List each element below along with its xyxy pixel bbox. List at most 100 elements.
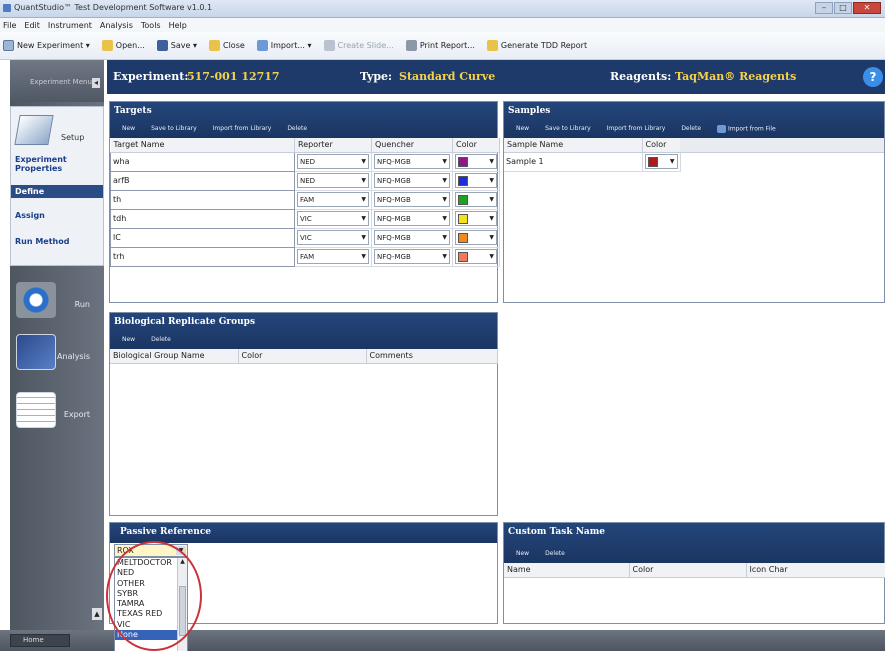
color-select[interactable]: ▼ [455, 249, 497, 264]
col-sample-color[interactable]: Color [642, 138, 681, 153]
nav-assign[interactable]: Assign [15, 211, 45, 220]
color-select[interactable]: ▼ [455, 154, 497, 169]
export-button[interactable]: Export [10, 388, 104, 438]
chevron-down-icon[interactable]: ▼ [361, 215, 368, 222]
new-experiment-button[interactable]: New Experiment ▾ [3, 40, 90, 51]
quencher-cell[interactable]: NFQ-MGB ▼ [371, 247, 453, 267]
color-cell[interactable]: ▼ [452, 247, 500, 267]
maximize-button[interactable]: □ [834, 2, 852, 14]
menu-edit[interactable]: Edit [24, 21, 40, 30]
menu-analysis[interactable]: Analysis [100, 21, 133, 30]
reporter-cell[interactable]: NED ▼ [294, 171, 372, 191]
col-bio-group-name[interactable]: Biological Group Name [110, 349, 239, 364]
reporter-cell[interactable]: VIC ▼ [294, 209, 372, 229]
run-button[interactable]: Run [10, 278, 104, 328]
chevron-down-icon[interactable]: ▼ [442, 253, 449, 260]
chevron-down-icon[interactable]: ▼ [442, 177, 449, 184]
minimize-button[interactable]: – [815, 2, 833, 14]
target-name-cell[interactable]: th [110, 189, 295, 210]
target-name-cell[interactable]: tdh [110, 208, 295, 229]
chevron-down-icon[interactable]: ▼ [442, 196, 449, 203]
quencher-select[interactable]: NFQ-MGB ▼ [374, 230, 450, 245]
targets-delete-button[interactable]: Delete [287, 125, 307, 132]
targets-save-library-button[interactable]: Save to Library [151, 125, 197, 132]
quencher-select[interactable]: NFQ-MGB ▼ [374, 192, 450, 207]
col-bio-group-color[interactable]: Color [238, 349, 367, 364]
nav-run-method[interactable]: Run Method [15, 237, 69, 246]
table-row[interactable]: Sample 1 ▼ [504, 152, 681, 172]
custom-task-new-button[interactable]: New [516, 550, 529, 557]
print-report-button[interactable]: Print Report... [405, 40, 475, 51]
reporter-select[interactable]: NED ▼ [297, 154, 369, 169]
table-row[interactable]: wha NED ▼ NFQ-MGB ▼ ▼ [110, 151, 500, 172]
color-cell[interactable]: ▼ [452, 209, 500, 229]
col-task-icon-char[interactable]: Icon Char [746, 563, 885, 578]
import-button[interactable]: Import... ▾ [256, 40, 312, 51]
chevron-down-icon[interactable]: ▼ [442, 234, 449, 241]
col-task-name[interactable]: Name [504, 563, 630, 578]
reporter-cell[interactable]: VIC ▼ [294, 228, 372, 248]
col-sample-name[interactable]: Sample Name [504, 138, 643, 153]
quencher-select[interactable]: NFQ-MGB ▼ [374, 249, 450, 264]
reporter-cell[interactable]: FAM ▼ [294, 190, 372, 210]
close-window-button[interactable]: ✕ [853, 2, 881, 14]
chevron-down-icon[interactable]: ▼ [489, 196, 494, 203]
samples-import-file-button[interactable]: Import from File [717, 125, 776, 133]
col-bio-group-comments[interactable]: Comments [366, 349, 498, 364]
table-row[interactable]: trh FAM ▼ NFQ-MGB ▼ ▼ [110, 246, 500, 267]
quencher-select[interactable]: NFQ-MGB ▼ [374, 154, 450, 169]
analysis-button[interactable]: Analysis [10, 330, 104, 380]
chevron-down-icon[interactable]: ▼ [442, 215, 449, 222]
quencher-cell[interactable]: NFQ-MGB ▼ [371, 190, 453, 210]
quencher-cell[interactable]: NFQ-MGB ▼ [371, 171, 453, 191]
targets-import-library-button[interactable]: Import from Library [213, 125, 272, 132]
sample-color-cell[interactable]: ▼ [642, 152, 681, 172]
collapse-sidebar-button[interactable]: ◂ [92, 78, 100, 88]
chevron-down-icon[interactable]: ▼ [489, 215, 494, 222]
nav-experiment-properties[interactable]: Experiment Properties [15, 155, 95, 173]
bio-groups-new-button[interactable]: New [122, 336, 135, 343]
menu-file[interactable]: File [3, 21, 16, 30]
sample-color-select[interactable]: ▼ [644, 154, 678, 169]
reporter-select[interactable]: NED ▼ [297, 173, 369, 188]
reporter-cell[interactable]: FAM ▼ [294, 247, 372, 267]
chevron-down-icon[interactable]: ▼ [361, 253, 368, 260]
color-select[interactable]: ▼ [455, 211, 497, 226]
color-select[interactable]: ▼ [455, 173, 497, 188]
color-cell[interactable]: ▼ [452, 152, 500, 172]
color-cell[interactable]: ▼ [452, 171, 500, 191]
menu-instrument[interactable]: Instrument [48, 21, 92, 30]
target-name-cell[interactable]: wha [110, 151, 295, 172]
target-name-cell[interactable]: lC [110, 227, 295, 248]
close-button[interactable]: Close [208, 40, 245, 51]
chevron-down-icon[interactable]: ▼ [361, 158, 368, 165]
table-row[interactable]: tdh VIC ▼ NFQ-MGB ▼ ▼ [110, 208, 500, 229]
sidebar-scroll-up-button[interactable]: ▲ [92, 608, 102, 620]
create-slide-button[interactable]: Create Slide... [323, 40, 394, 51]
table-row[interactable]: th FAM ▼ NFQ-MGB ▼ ▼ [110, 189, 500, 210]
col-color[interactable]: Color [452, 138, 500, 153]
chevron-down-icon[interactable]: ▼ [489, 158, 494, 165]
col-quencher[interactable]: Quencher [371, 138, 453, 153]
reporter-cell[interactable]: NED ▼ [294, 152, 372, 172]
samples-import-library-button[interactable]: Import from Library [607, 125, 666, 133]
quencher-cell[interactable]: NFQ-MGB ▼ [371, 152, 453, 172]
quencher-cell[interactable]: NFQ-MGB ▼ [371, 209, 453, 229]
color-select[interactable]: ▼ [455, 192, 497, 207]
col-reporter[interactable]: Reporter [294, 138, 372, 153]
reporter-select[interactable]: FAM ▼ [297, 249, 369, 264]
quencher-select[interactable]: NFQ-MGB ▼ [374, 211, 450, 226]
samples-delete-button[interactable]: Delete [681, 125, 701, 133]
chevron-down-icon[interactable]: ▼ [361, 196, 368, 203]
chevron-down-icon[interactable]: ▼ [489, 234, 494, 241]
targets-new-button[interactable]: New [122, 125, 135, 132]
setup-header[interactable]: Setup [14, 111, 100, 151]
quencher-cell[interactable]: NFQ-MGB ▼ [371, 228, 453, 248]
chevron-down-icon[interactable]: ▼ [670, 158, 675, 165]
home-button[interactable]: Home [10, 634, 70, 647]
quencher-select[interactable]: NFQ-MGB ▼ [374, 173, 450, 188]
chevron-down-icon[interactable]: ▼ [489, 177, 494, 184]
chevron-down-icon[interactable]: ▼ [442, 158, 449, 165]
custom-task-delete-button[interactable]: Delete [545, 550, 565, 557]
col-task-color[interactable]: Color [629, 563, 747, 578]
